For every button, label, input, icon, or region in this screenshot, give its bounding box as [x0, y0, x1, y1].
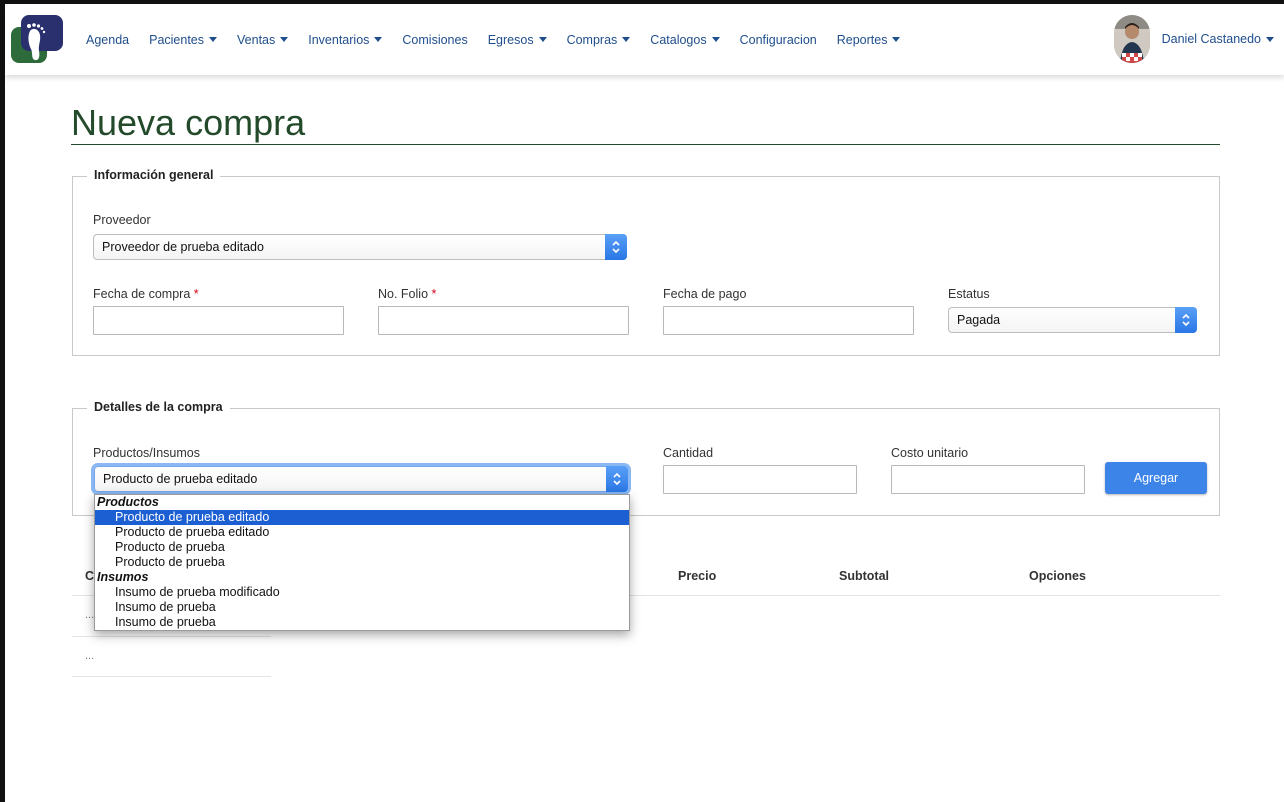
- table-header-c: C: [85, 569, 95, 583]
- nav-item-reportes[interactable]: Reportes: [837, 33, 901, 47]
- row-divider: [72, 636, 271, 637]
- table-row: ...: [85, 609, 95, 621]
- avatar-photo: [1113, 15, 1150, 63]
- caret-down-icon: [374, 37, 383, 42]
- nav-item-pacientes[interactable]: Pacientes: [149, 32, 218, 47]
- page-title: Nueva compra: [71, 102, 306, 143]
- nav-label: Compras: [566, 32, 618, 47]
- nav-label: Reportes: [836, 32, 888, 47]
- estatus-value: Pagada: [957, 313, 1001, 327]
- required-mark: *: [193, 287, 199, 301]
- productos-label: Productos/Insumos: [93, 446, 200, 460]
- dropdown-option[interactable]: Producto de prueba editado: [95, 525, 629, 540]
- caret-down-icon: [280, 37, 289, 42]
- caret-down-icon: [892, 37, 901, 42]
- dropdown-option-selected[interactable]: Producto de prueba editado: [95, 510, 629, 525]
- caret-down-icon: [622, 37, 631, 42]
- costo-unitario-input[interactable]: [891, 465, 1085, 494]
- title-divider: [71, 144, 1220, 145]
- proveedor-select[interactable]: Proveedor de prueba editado: [93, 234, 627, 260]
- table-header-subtotal: Subtotal: [839, 569, 889, 583]
- fecha-pago-input[interactable]: [663, 306, 914, 335]
- nav-item-comisiones[interactable]: Comisiones: [402, 33, 467, 47]
- select-arrows-icon: [1175, 307, 1197, 333]
- user-name-dropdown[interactable]: Daniel Castanedo: [1162, 32, 1274, 46]
- dropdown-option[interactable]: Insumo de prueba: [95, 600, 629, 615]
- nav-label: Ventas: [237, 32, 276, 47]
- productos-select[interactable]: Producto de prueba editado: [94, 466, 628, 492]
- dropdown-option[interactable]: Insumo de prueba: [95, 615, 629, 630]
- dropdown-group-productos: Productos: [97, 495, 159, 509]
- estatus-select[interactable]: Pagada: [948, 307, 1197, 333]
- caret-down-icon: [209, 37, 218, 42]
- fecha-compra-input[interactable]: [93, 306, 344, 335]
- table-header-opciones: Opciones: [1029, 569, 1086, 583]
- nav-item-ventas[interactable]: Ventas: [237, 32, 289, 47]
- nav-item-agenda[interactable]: Agenda: [86, 33, 129, 47]
- productos-dropdown-list[interactable]: Productos Producto de prueba editado Pro…: [94, 494, 630, 631]
- nav-label: Agenda: [86, 32, 130, 47]
- table-header-precio: Precio: [678, 569, 717, 583]
- user-menu[interactable]: Daniel Castanedo: [1113, 15, 1274, 63]
- required-mark: *: [431, 287, 437, 301]
- caret-down-icon: [1266, 36, 1274, 42]
- nav-label: Configuracion: [739, 32, 817, 47]
- fecha-compra-text: Fecha de compra: [93, 287, 191, 301]
- nav-item-compras[interactable]: Compras: [567, 33, 631, 47]
- proveedor-value: Proveedor de prueba editado: [102, 240, 264, 254]
- caret-down-icon: [538, 37, 547, 42]
- footprint-icon: [27, 23, 46, 61]
- fecha-pago-label: Fecha de pago: [663, 287, 747, 301]
- fecha-compra-label: Fecha de compra *: [93, 287, 199, 301]
- select-arrows-icon: [606, 466, 628, 492]
- dropdown-option[interactable]: Insumo de prueba modificado: [95, 585, 629, 600]
- dropdown-option[interactable]: Producto de prueba: [95, 540, 629, 555]
- dropdown-group-insumos: Insumos: [97, 570, 149, 584]
- app-logo[interactable]: [11, 15, 63, 65]
- table-row: ...: [85, 650, 95, 662]
- estatus-label: Estatus: [948, 287, 990, 301]
- cantidad-input[interactable]: [663, 465, 857, 494]
- cantidad-label: Cantidad: [663, 446, 714, 460]
- nav-label: Inventarios: [308, 32, 370, 47]
- nav-label: Comisiones: [402, 32, 468, 47]
- user-name: Daniel Castanedo: [1161, 32, 1261, 46]
- folio-label: No. Folio *: [378, 287, 436, 301]
- row-divider: [72, 676, 271, 677]
- proveedor-label: Proveedor: [93, 213, 151, 227]
- folio-text: No. Folio: [378, 287, 429, 301]
- nav-item-egresos[interactable]: Egresos: [488, 33, 547, 47]
- nav-item-catalogos[interactable]: Catalogos: [650, 32, 720, 47]
- productos-value: Producto de prueba editado: [103, 472, 258, 486]
- nav-item-inventarios[interactable]: Inventarios: [308, 32, 383, 47]
- avatar[interactable]: [1113, 15, 1150, 63]
- dropdown-option[interactable]: Producto de prueba: [95, 555, 629, 570]
- costo-label: Costo unitario: [891, 446, 969, 460]
- nav-label: Pacientes: [149, 32, 205, 47]
- section-legend: Información general: [87, 168, 221, 182]
- main-menu: Agenda Pacientes Ventas Inventarios Comi…: [86, 4, 920, 75]
- nav-item-configuracion[interactable]: Configuracion: [740, 33, 817, 47]
- agregar-button[interactable]: Agregar: [1105, 462, 1207, 494]
- folio-input[interactable]: [378, 306, 629, 335]
- caret-down-icon: [711, 37, 720, 42]
- select-arrows-icon: [605, 234, 627, 260]
- nav-label: Egresos: [487, 32, 534, 47]
- navbar: Agenda Pacientes Ventas Inventarios Comi…: [5, 4, 1284, 75]
- section-legend: Detalles de la compra: [87, 400, 230, 414]
- nav-label: Catalogos: [650, 32, 707, 47]
- window-left-border: [0, 0, 5, 802]
